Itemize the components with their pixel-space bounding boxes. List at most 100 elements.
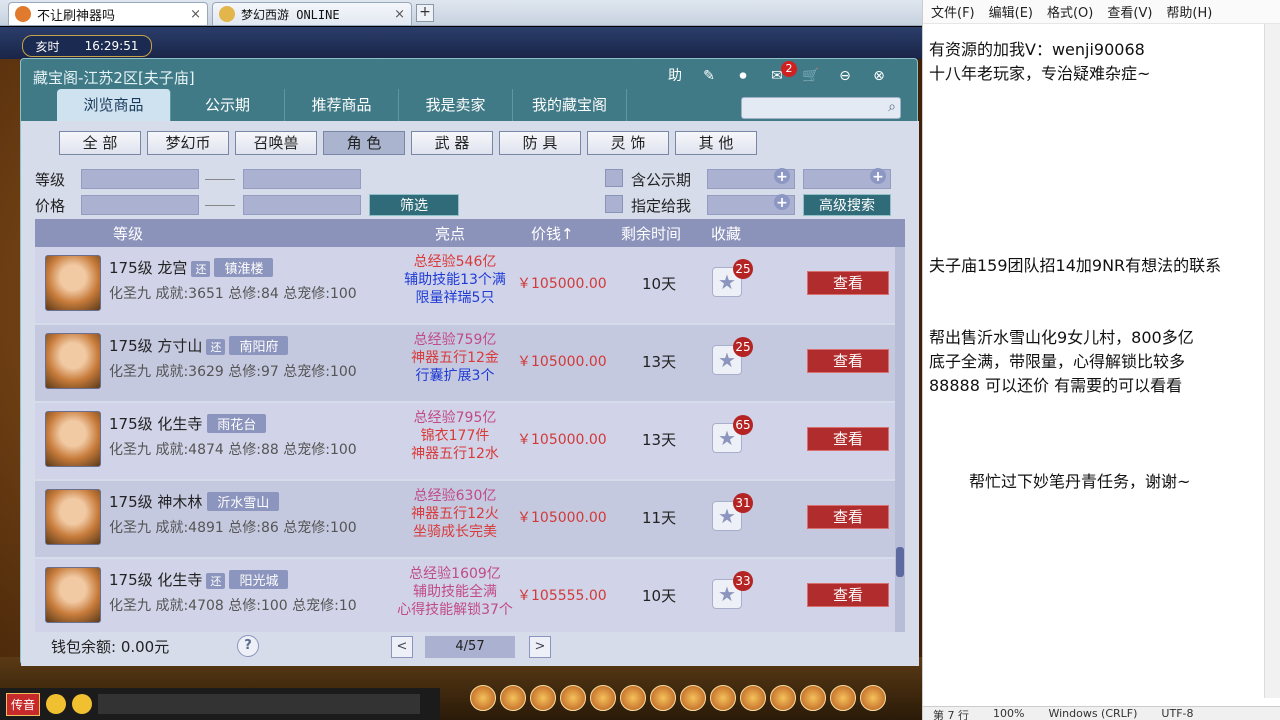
text-line[interactable]: 88888 可以还价 有需要的可以看看 bbox=[929, 372, 1182, 396]
row-detail: 化圣九 成就:4874 总修:88 总宠修:100 bbox=[109, 442, 357, 458]
level-max-input[interactable] bbox=[243, 169, 361, 189]
help-icon[interactable]: ? bbox=[237, 635, 259, 657]
table-row[interactable]: 175级 龙宫还镇淮楼 化圣九 成就:3651 总修:84 总宠修:100 总经… bbox=[35, 247, 895, 323]
action-icon[interactable] bbox=[620, 685, 646, 711]
include-public-checkbox[interactable] bbox=[605, 169, 623, 187]
price-min-input[interactable] bbox=[81, 195, 199, 215]
level-min-input[interactable] bbox=[81, 169, 199, 189]
close-icon[interactable]: × bbox=[394, 7, 405, 22]
tab-seller[interactable]: 我是卖家 bbox=[399, 89, 513, 121]
category-armor[interactable]: 防 具 bbox=[499, 131, 581, 155]
editor-scrollbar[interactable] bbox=[1264, 24, 1280, 698]
filter-button[interactable]: 筛选 bbox=[369, 194, 459, 216]
action-icon[interactable] bbox=[470, 685, 496, 711]
table-row[interactable]: 175级 神木林 沂水雪山 化圣九 成就:4891 总修:86 总宠修:100 … bbox=[35, 481, 895, 557]
action-icon[interactable] bbox=[560, 685, 586, 711]
table-row[interactable]: 175级 化生寺 雨花台 化圣九 成就:4874 总修:88 总宠修:100 总… bbox=[35, 403, 895, 479]
close-icon[interactable]: ⊗ bbox=[867, 65, 891, 87]
text-line[interactable]: 帮出售沂水雪山化9女儿村，800多亿 bbox=[929, 324, 1194, 348]
action-icon[interactable] bbox=[710, 685, 736, 711]
tab-recommend[interactable]: 推荐商品 bbox=[285, 89, 399, 121]
page-indicator[interactable]: 4/57 bbox=[425, 636, 515, 658]
category-all[interactable]: 全 部 bbox=[59, 131, 141, 155]
game-clock: 亥时 16:29:51 bbox=[22, 35, 152, 57]
action-icon[interactable] bbox=[770, 685, 796, 711]
action-icon[interactable] bbox=[530, 685, 556, 711]
view-button[interactable]: 查看 bbox=[807, 427, 889, 451]
col-remain[interactable]: 剩余时间 bbox=[621, 223, 681, 244]
row-level: 175级 bbox=[109, 571, 153, 589]
advanced-search-button[interactable]: 高级搜索 bbox=[803, 194, 891, 216]
action-icon[interactable] bbox=[800, 685, 826, 711]
select-dropdown[interactable] bbox=[707, 194, 795, 215]
voice-chat-button[interactable]: 传音 bbox=[6, 692, 41, 716]
highlight-3: 坐骑成长完美 bbox=[413, 524, 497, 540]
category-pet[interactable]: 召唤兽 bbox=[235, 131, 317, 155]
category-currency[interactable]: 梦幻币 bbox=[147, 131, 229, 155]
view-button[interactable]: 查看 bbox=[807, 583, 889, 607]
table-row[interactable]: 175级 化生寺还阳光城 化圣九 成就:4708 总修:100 总宠修:10 总… bbox=[35, 559, 895, 632]
prev-page-button[interactable]: < bbox=[391, 636, 413, 658]
browser-tab-1[interactable]: 不让刷神器吗 × bbox=[8, 2, 208, 25]
text-line[interactable]: 帮忙过下妙笔丹青任务，谢谢~ bbox=[969, 468, 1190, 492]
minimize-icon[interactable]: ⊖ bbox=[833, 65, 857, 87]
price-max-input[interactable] bbox=[243, 195, 361, 215]
category-accessory[interactable]: 灵 饰 bbox=[587, 131, 669, 155]
select-dropdown[interactable] bbox=[803, 168, 891, 189]
category-weapon[interactable]: 武 器 bbox=[411, 131, 493, 155]
action-icon[interactable] bbox=[830, 685, 856, 711]
chat-input[interactable] bbox=[98, 694, 420, 714]
tab-browse[interactable]: 浏览商品 bbox=[57, 89, 171, 121]
text-line[interactable]: 夫子庙159团队招14加9NR有想法的联系 bbox=[929, 252, 1221, 276]
scrollbar[interactable] bbox=[895, 247, 905, 632]
message-icon[interactable]: ✉ 2 bbox=[765, 61, 797, 87]
action-icon[interactable] bbox=[590, 685, 616, 711]
avatar bbox=[45, 255, 101, 311]
record-icon[interactable]: ⏺ bbox=[731, 65, 755, 87]
menu-edit[interactable]: 编辑(E) bbox=[989, 2, 1033, 21]
cart-icon[interactable]: 🛒 bbox=[799, 65, 823, 87]
action-icon[interactable] bbox=[680, 685, 706, 711]
next-page-button[interactable]: > bbox=[529, 636, 551, 658]
col-price[interactable]: 价钱↑ bbox=[531, 223, 574, 244]
search-input[interactable]: ⌕ bbox=[741, 97, 901, 119]
fav-count: 31 bbox=[733, 493, 753, 513]
action-icon[interactable] bbox=[740, 685, 766, 711]
tab-my-pavilion[interactable]: 我的藏宝阁 bbox=[513, 89, 627, 121]
action-icon[interactable] bbox=[860, 685, 886, 711]
highlight-1: 总经验759亿 bbox=[413, 332, 497, 348]
row-level: 175级 bbox=[109, 337, 153, 355]
col-highlight: 亮点 bbox=[435, 225, 466, 243]
select-dropdown[interactable] bbox=[707, 168, 795, 189]
action-icon[interactable] bbox=[650, 685, 676, 711]
text-line[interactable]: 底子全满，带限量，心得解锁比较多 bbox=[929, 348, 1185, 372]
new-tab-button[interactable]: + bbox=[416, 4, 434, 22]
menu-view[interactable]: 查看(V) bbox=[1107, 2, 1152, 21]
row-highlights: 总经验759亿 神器五行12金 行囊扩展3个 bbox=[395, 331, 515, 385]
table-row[interactable]: 175级 方寸山还南阳府 化圣九 成就:3629 总修:97 总宠修:100 总… bbox=[35, 325, 895, 401]
close-icon[interactable]: × bbox=[190, 7, 201, 22]
help-button[interactable]: 助 bbox=[663, 65, 687, 87]
action-icon[interactable] bbox=[500, 685, 526, 711]
return-tag: 还 bbox=[191, 261, 211, 277]
edit-icon[interactable]: ✎ bbox=[697, 65, 721, 87]
search-icon[interactable]: ⌕ bbox=[888, 99, 896, 115]
browser-tab-2[interactable]: 梦幻西游 ONLINE × bbox=[212, 2, 412, 25]
microphone-icon[interactable] bbox=[46, 694, 67, 714]
text-line[interactable]: 十八年老玩家，专治疑难杂症~ bbox=[929, 60, 1150, 84]
assign-me-checkbox[interactable] bbox=[605, 195, 623, 213]
emoji-icon[interactable] bbox=[72, 694, 93, 714]
category-other[interactable]: 其 他 bbox=[675, 131, 757, 155]
menu-help[interactable]: 帮助(H) bbox=[1166, 2, 1212, 21]
tab-public[interactable]: 公示期 bbox=[171, 89, 285, 121]
menu-file[interactable]: 文件(F) bbox=[931, 2, 975, 21]
row-highlights: 总经验795亿 锦衣177件 神器五行12水 bbox=[395, 409, 515, 463]
menu-format[interactable]: 格式(O) bbox=[1047, 2, 1093, 21]
col-level[interactable]: 等级 bbox=[113, 223, 143, 244]
view-button[interactable]: 查看 bbox=[807, 505, 889, 529]
text-line[interactable]: 有资源的加我V：wenji90068 bbox=[929, 36, 1145, 60]
scrollbar-thumb[interactable] bbox=[896, 547, 904, 577]
category-role[interactable]: 角 色 bbox=[323, 131, 405, 155]
view-button[interactable]: 查看 bbox=[807, 349, 889, 373]
view-button[interactable]: 查看 bbox=[807, 271, 889, 295]
